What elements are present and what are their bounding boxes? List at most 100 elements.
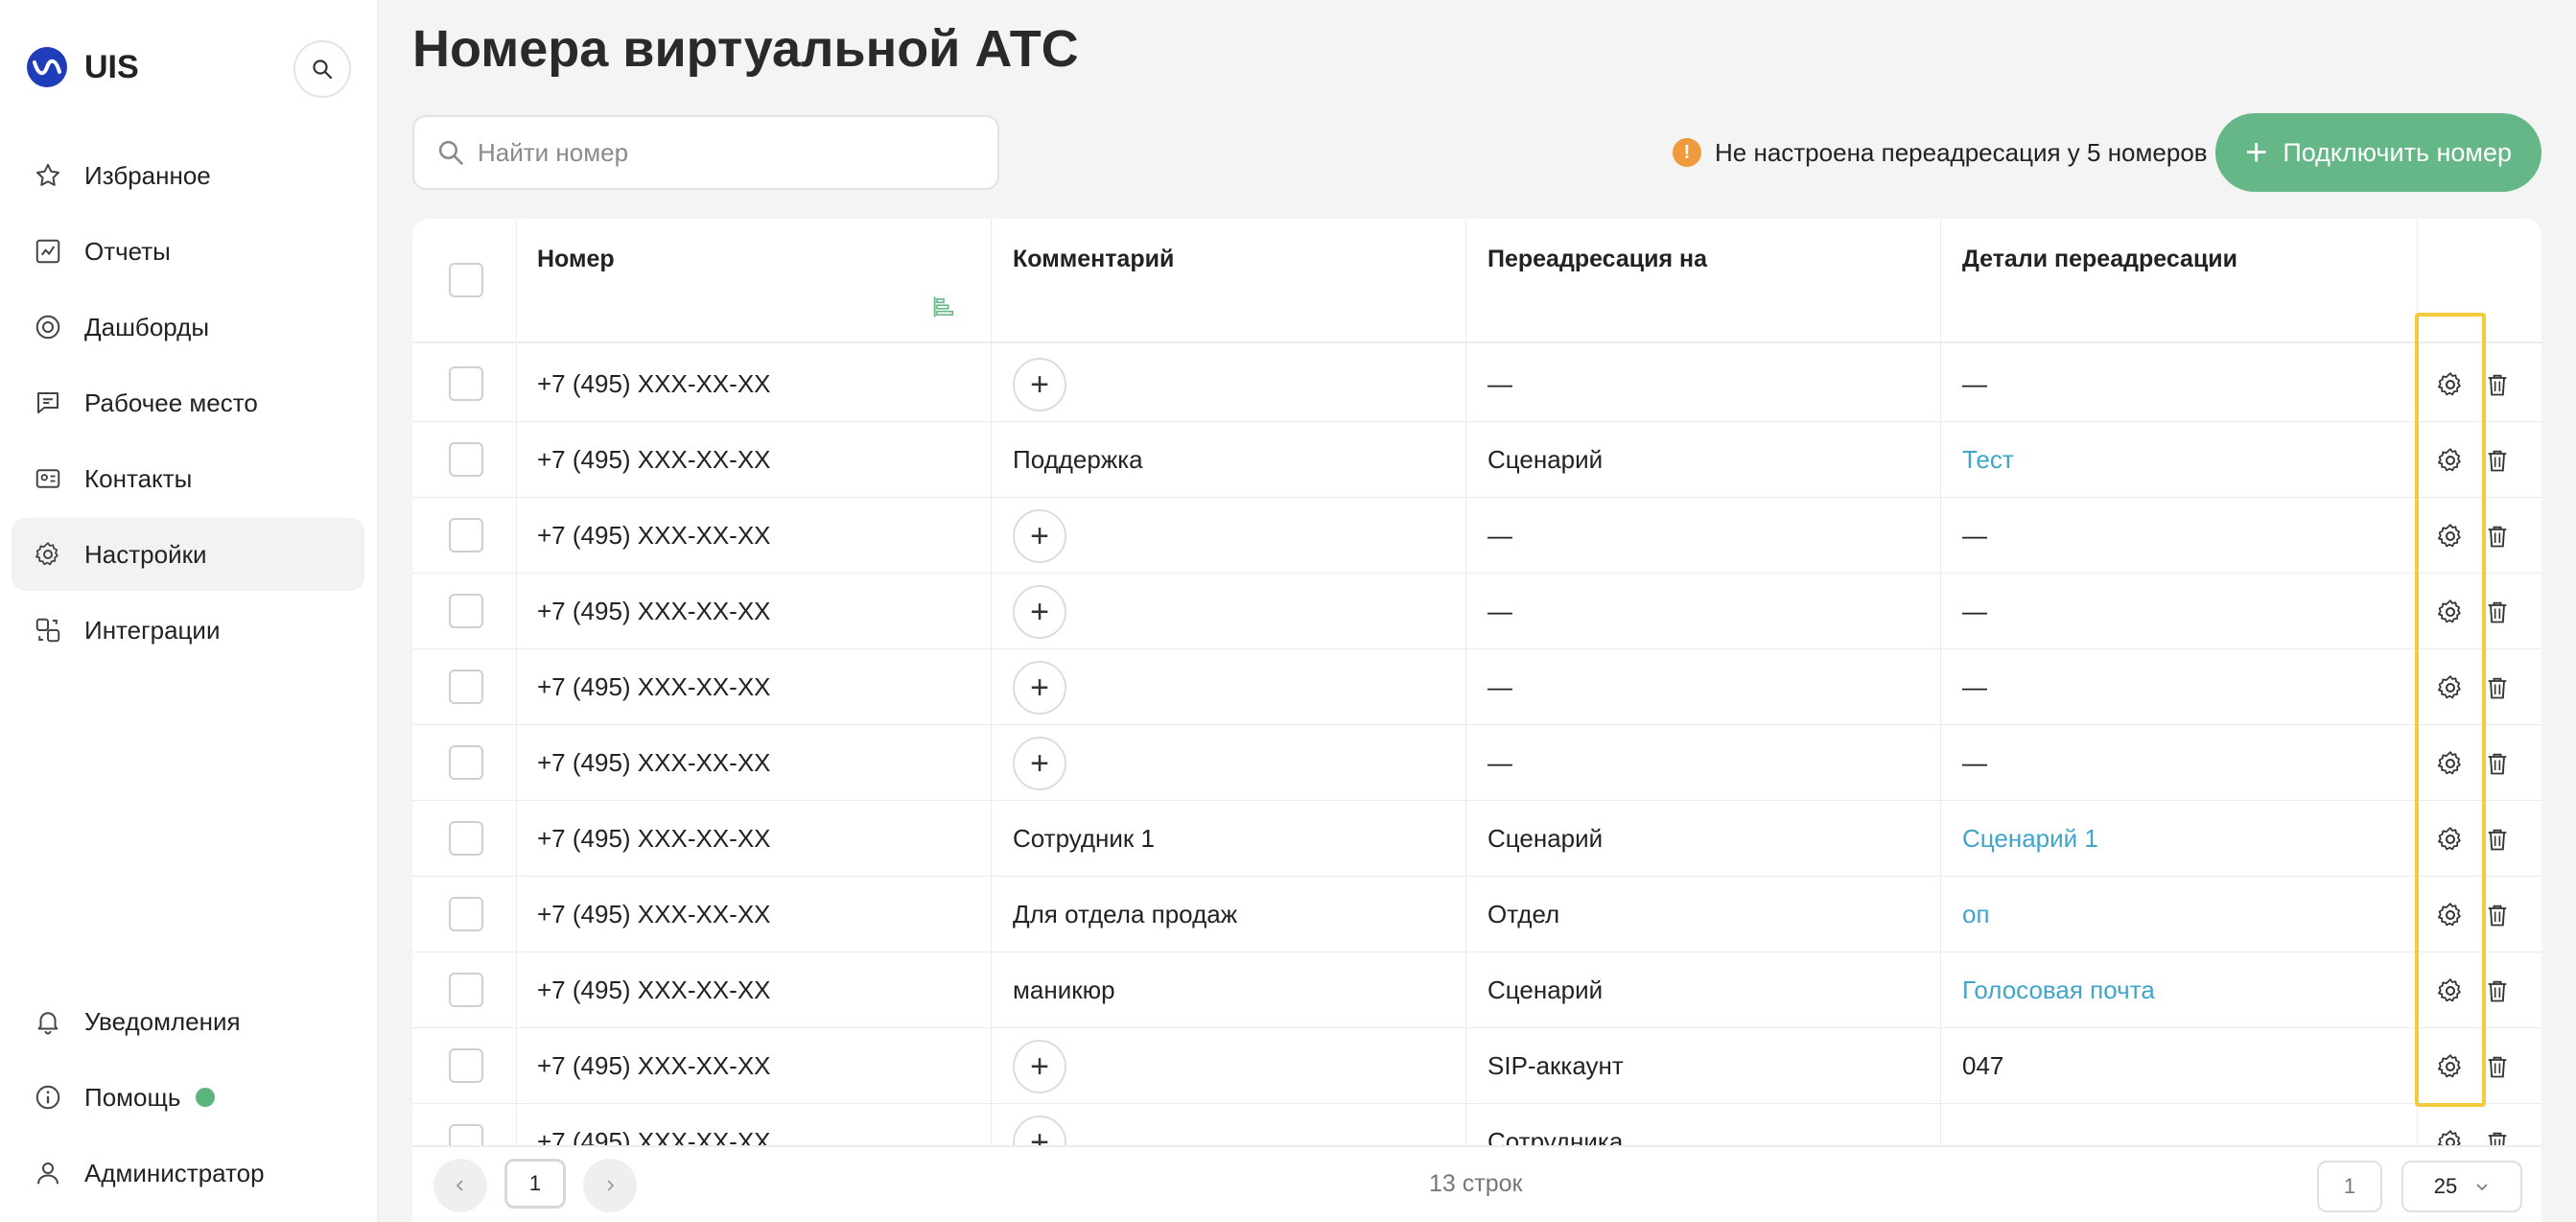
sidebar-item-contacts[interactable]: Контакты (12, 442, 364, 515)
comment-cell[interactable]: Сотрудник 1 (1013, 801, 1155, 877)
sidebar-item-settings[interactable]: Настройки (12, 518, 364, 591)
trash-icon (2484, 522, 2511, 551)
row-checkbox[interactable] (449, 1048, 483, 1083)
page-number-input[interactable]: 1 (2317, 1161, 2382, 1212)
number-cell: +7 (495) XXX-XX-XX (537, 369, 771, 398)
table-row[interactable]: +7 (495) XXX-XX-XX + SIP-аккаунт 047 (412, 1028, 2541, 1104)
column-header-forward-to[interactable]: Переадресация на (1487, 246, 1707, 273)
delete-button[interactable] (2484, 649, 2511, 725)
search-input[interactable] (478, 137, 976, 168)
trash-icon (2484, 370, 2511, 399)
table-row[interactable]: +7 (495) XXX-XX-XX + — — (412, 649, 2541, 725)
forward-details-cell[interactable]: Тест (1962, 422, 2014, 498)
connect-number-button[interactable]: + Подключить номер (2215, 113, 2541, 192)
integrations-icon (31, 613, 65, 647)
number-cell: +7 (495) XXX-XX-XX (537, 597, 771, 625)
prev-page-button[interactable] (433, 1159, 487, 1212)
comment-cell: + (1013, 1028, 1066, 1104)
comment-cell[interactable]: маникюр (1013, 952, 1115, 1028)
row-checkbox[interactable] (449, 897, 483, 931)
number-cell: +7 (495) XXX-XX-XX (537, 900, 771, 928)
sidebar-item-favorites[interactable]: Избранное (12, 139, 364, 212)
sort-icon[interactable] (930, 294, 957, 320)
table-row[interactable]: +7 (495) XXX-XX-XX Для отдела продаж Отдел… (412, 877, 2541, 952)
settings-button[interactable] (2436, 1028, 2465, 1104)
add-comment-button[interactable]: + (1013, 357, 1066, 411)
delete-button[interactable] (2484, 346, 2511, 422)
row-checkbox[interactable] (449, 821, 483, 856)
forward-details-cell: — (1962, 521, 1987, 550)
forward-details-cell[interactable]: Сценарий 1 (1962, 801, 2098, 877)
add-comment-button[interactable]: + (1013, 508, 1066, 563)
delete-button[interactable] (2484, 422, 2511, 498)
delete-button[interactable] (2484, 574, 2511, 649)
row-checkbox[interactable] (449, 594, 483, 628)
settings-button[interactable] (2436, 422, 2465, 498)
row-checkbox[interactable] (449, 518, 483, 552)
comment-cell: + (1013, 725, 1066, 801)
table-row[interactable]: +7 (495) XXX-XX-XX Поддержка Сценарий Тест (412, 422, 2541, 498)
settings-button[interactable] (2436, 574, 2465, 649)
row-checkbox[interactable] (449, 366, 483, 401)
delete-button[interactable] (2484, 801, 2511, 877)
row-checkbox[interactable] (449, 973, 483, 1007)
delete-button[interactable] (2484, 498, 2511, 574)
sidebar-item-dashboards[interactable]: Дашборды (12, 291, 364, 364)
sidebar-item-notifications[interactable]: Уведомления (12, 985, 364, 1058)
number-search[interactable] (412, 115, 999, 190)
number-cell: +7 (495) XXX-XX-XX (537, 975, 771, 1004)
settings-button[interactable] (2436, 877, 2465, 952)
delete-button[interactable] (2484, 725, 2511, 801)
select-all-checkbox[interactable] (449, 263, 483, 297)
row-checkbox[interactable] (449, 442, 483, 477)
chart-icon (31, 234, 65, 269)
add-comment-button[interactable]: + (1013, 660, 1066, 715)
table-row[interactable]: +7 (495) XXX-XX-XX + — — (412, 574, 2541, 649)
forward-details-cell[interactable]: оп (1962, 877, 1990, 952)
sidebar-item-workspace[interactable]: Рабочее место (12, 366, 364, 439)
comment-cell[interactable]: Поддержка (1013, 422, 1143, 498)
row-checkbox[interactable] (449, 745, 483, 780)
row-checkbox[interactable] (449, 670, 483, 704)
table-row[interactable]: +7 (495) XXX-XX-XX + — — (412, 725, 2541, 801)
brand[interactable]: UIS (27, 46, 139, 88)
table-row[interactable]: +7 (495) XXX-XX-XX Сотрудник 1 Сценарий Сце… (412, 801, 2541, 877)
forward-cell: — (1487, 597, 1512, 625)
next-page-button[interactable] (583, 1159, 637, 1212)
sidebar-search-button[interactable] (293, 40, 351, 98)
page-size-select[interactable]: 25 (2401, 1161, 2522, 1212)
settings-button[interactable] (2436, 649, 2465, 725)
add-comment-button[interactable]: + (1013, 736, 1066, 790)
settings-button[interactable] (2436, 725, 2465, 801)
settings-button[interactable] (2436, 952, 2465, 1028)
settings-button[interactable] (2436, 801, 2465, 877)
sidebar-item-help[interactable]: Помощь (12, 1061, 364, 1134)
add-comment-button[interactable]: + (1013, 1039, 1066, 1093)
delete-button[interactable] (2484, 877, 2511, 952)
number-cell: +7 (495) XXX-XX-XX (537, 672, 771, 701)
delete-button[interactable] (2484, 952, 2511, 1028)
table-row[interactable]: +7 (495) XXX-XX-XX маникюр Сценарий Голосов… (412, 952, 2541, 1028)
number-cell: +7 (495) XXX-XX-XX (537, 748, 771, 777)
delete-button[interactable] (2484, 1028, 2511, 1104)
settings-button[interactable] (2436, 346, 2465, 422)
column-header-forward-details[interactable]: Детали переадресации (1962, 246, 2237, 273)
sidebar-item-reports[interactable]: Отчеты (12, 215, 364, 288)
bell-icon (31, 1004, 65, 1039)
gear-icon (2436, 673, 2465, 702)
sidebar-item-integrations[interactable]: Интеграции (12, 594, 364, 667)
forward-cell: — (1487, 369, 1512, 398)
number-cell: +7 (495) XXX-XX-XX (537, 445, 771, 474)
number-cell: +7 (495) XXX-XX-XX (537, 521, 771, 550)
settings-button[interactable] (2436, 498, 2465, 574)
table-row[interactable]: +7 (495) XXX-XX-XX + — — (412, 498, 2541, 574)
table-row[interactable]: +7 (495) XXX-XX-XX + — — (412, 346, 2541, 422)
sidebar-item-admin[interactable]: Администратор (12, 1137, 364, 1210)
comment-cell[interactable]: Для отдела продаж (1013, 877, 1237, 952)
add-comment-button[interactable]: + (1013, 584, 1066, 639)
column-header-comment[interactable]: Комментарий (1013, 246, 1174, 273)
column-header-number[interactable]: Номер (537, 246, 615, 273)
chevron-right-icon (607, 1180, 615, 1191)
forward-details-cell[interactable]: Голосовая почта (1962, 952, 2155, 1028)
current-page[interactable]: 1 (504, 1159, 566, 1209)
